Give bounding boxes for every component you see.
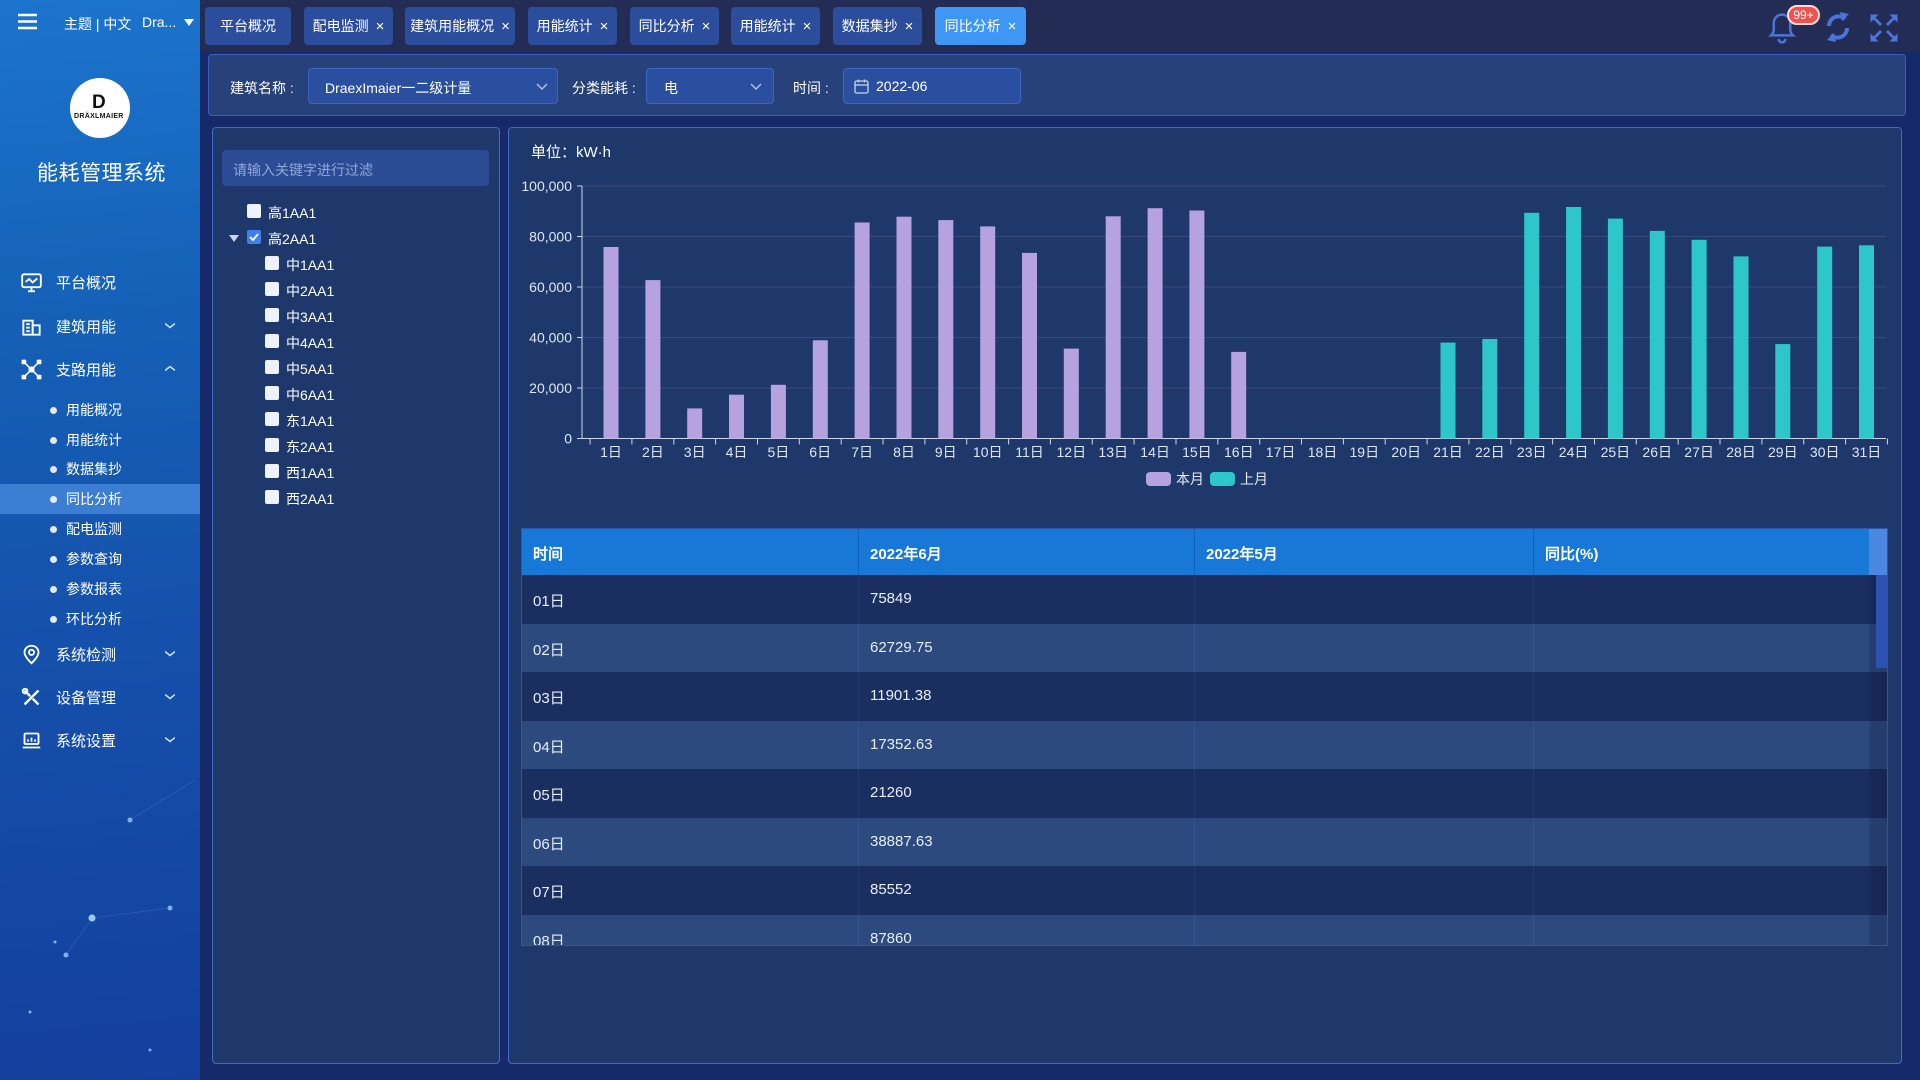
svg-text:10日: 10日 — [973, 444, 1003, 460]
svg-text:23日: 23日 — [1517, 444, 1547, 460]
svg-text:2日: 2日 — [642, 444, 664, 460]
svg-text:4日: 4日 — [726, 444, 748, 460]
svg-text:本月: 本月 — [1176, 471, 1204, 487]
svg-text:30日: 30日 — [1810, 444, 1840, 460]
svg-text:24日: 24日 — [1559, 444, 1589, 460]
svg-text:60,000: 60,000 — [529, 279, 572, 295]
svg-text:9日: 9日 — [935, 444, 957, 460]
svg-text:15日: 15日 — [1182, 444, 1212, 460]
svg-text:21日: 21日 — [1433, 444, 1463, 460]
svg-text:0: 0 — [564, 431, 572, 447]
svg-text:8日: 8日 — [893, 444, 915, 460]
svg-text:80,000: 80,000 — [529, 229, 572, 245]
svg-text:14日: 14日 — [1140, 444, 1170, 460]
svg-text:22日: 22日 — [1475, 444, 1505, 460]
svg-text:20,000: 20,000 — [529, 380, 572, 396]
svg-text:7日: 7日 — [851, 444, 873, 460]
svg-text:17日: 17日 — [1266, 444, 1296, 460]
svg-text:26日: 26日 — [1642, 444, 1672, 460]
svg-text:13日: 13日 — [1098, 444, 1128, 460]
svg-text:18日: 18日 — [1308, 444, 1338, 460]
svg-text:11日: 11日 — [1015, 444, 1044, 460]
svg-text:100,000: 100,000 — [521, 178, 572, 194]
svg-text:19日: 19日 — [1350, 444, 1380, 460]
svg-text:3日: 3日 — [684, 444, 706, 460]
svg-text:31日: 31日 — [1852, 444, 1882, 460]
svg-text:上月: 上月 — [1240, 471, 1268, 487]
svg-text:1日: 1日 — [600, 444, 622, 460]
svg-text:12日: 12日 — [1057, 444, 1087, 460]
svg-text:40,000: 40,000 — [529, 330, 572, 346]
svg-text:28日: 28日 — [1726, 444, 1756, 460]
svg-text:16日: 16日 — [1224, 444, 1254, 460]
svg-text:6日: 6日 — [809, 444, 831, 460]
svg-text:29日: 29日 — [1768, 444, 1798, 460]
svg-text:25日: 25日 — [1601, 444, 1631, 460]
svg-text:20日: 20日 — [1391, 444, 1421, 460]
svg-text:5日: 5日 — [768, 444, 790, 460]
svg-text:27日: 27日 — [1684, 444, 1714, 460]
